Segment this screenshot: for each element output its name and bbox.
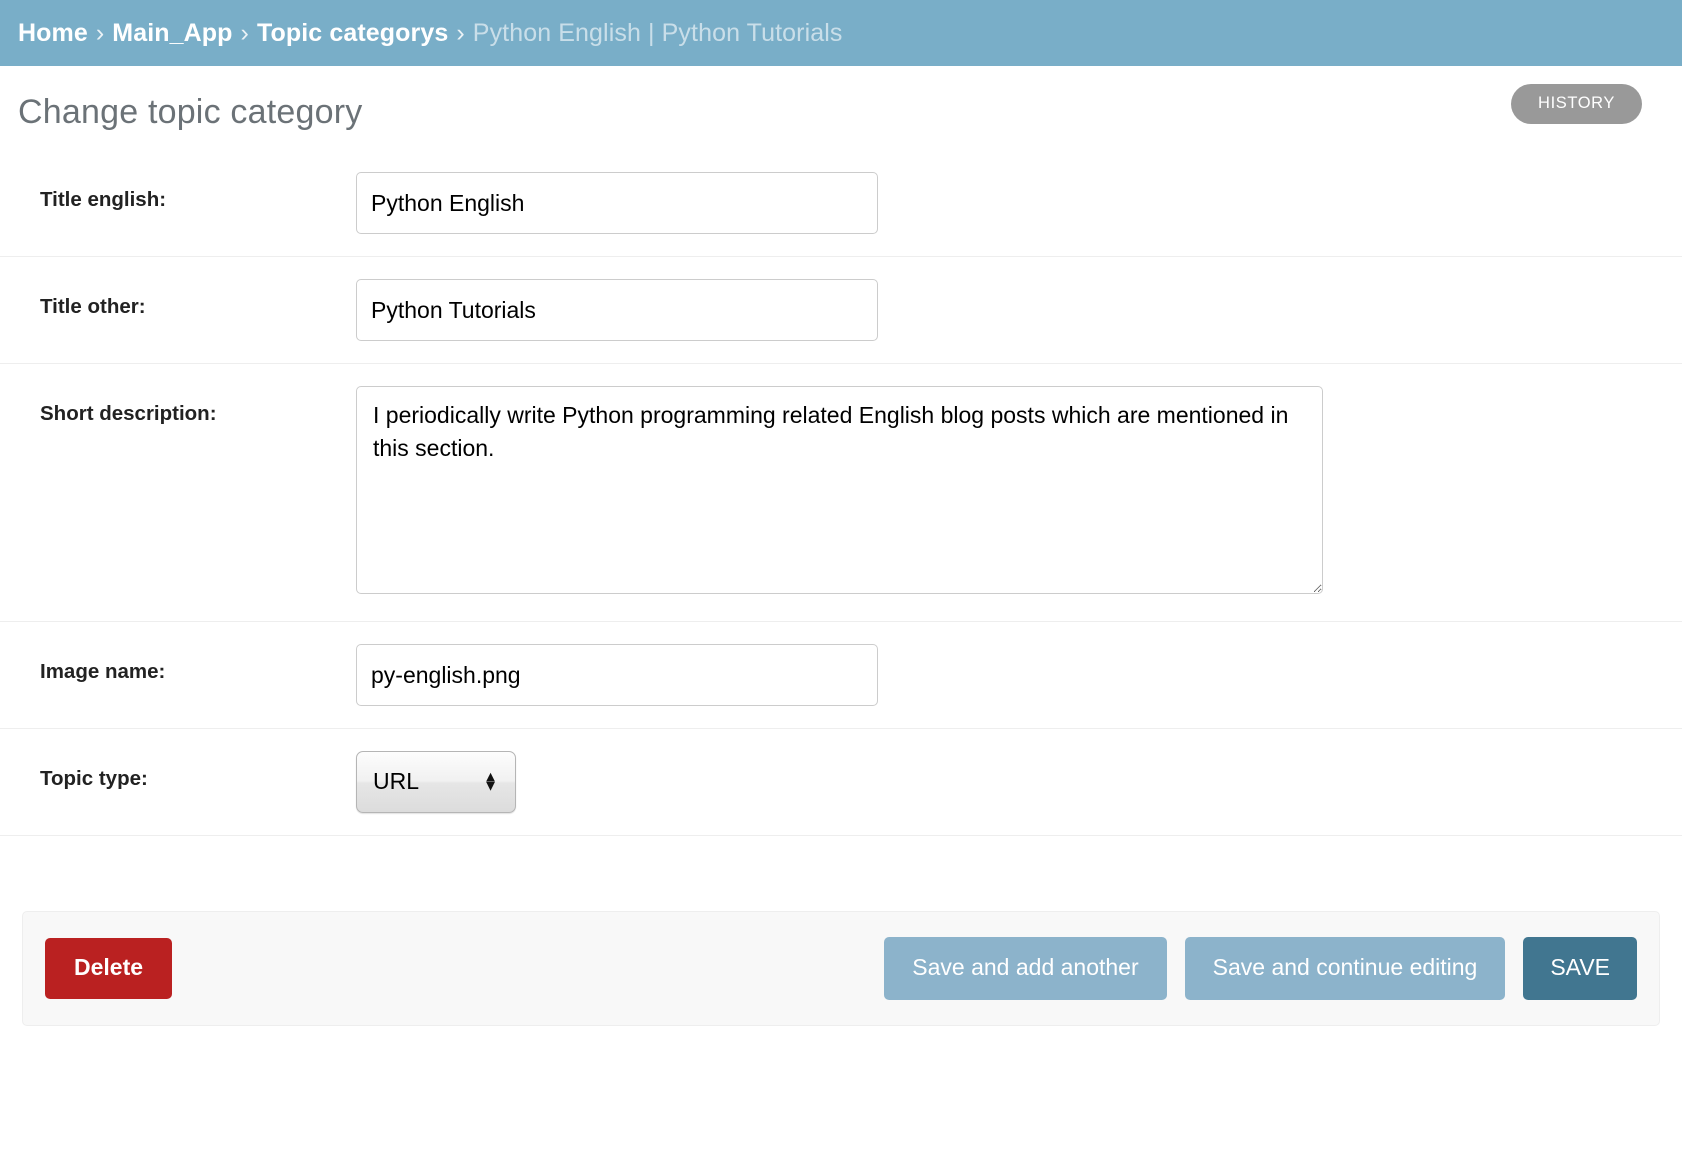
title-english-input[interactable]: [356, 172, 878, 234]
breadcrumb-item-topic-categorys[interactable]: Topic categorys: [257, 19, 448, 48]
history-button[interactable]: HISTORY: [1511, 84, 1642, 124]
save-and-add-another-button[interactable]: Save and add another: [884, 937, 1166, 1000]
breadcrumb-separator-1: ›: [96, 19, 104, 48]
field-control-image-name: [356, 644, 1642, 706]
field-control-short-description: I periodically write Python programming …: [356, 386, 1642, 599]
form-row-short-description: Short description: I periodically write …: [0, 364, 1682, 622]
breadcrumb-item-main-app[interactable]: Main_App: [112, 19, 232, 48]
save-and-continue-editing-button[interactable]: Save and continue editing: [1185, 937, 1506, 1000]
form-row-topic-type: Topic type: URL ▲ ▼: [0, 729, 1682, 836]
breadcrumb-separator-2: ›: [241, 19, 249, 48]
field-control-title-english: [356, 172, 1642, 234]
save-button[interactable]: SAVE: [1523, 937, 1637, 1000]
page-header: Change topic category HISTORY: [0, 66, 1682, 150]
topic-type-select[interactable]: URL: [356, 751, 516, 813]
submit-row: Delete Save and add another Save and con…: [22, 911, 1660, 1026]
title-other-input[interactable]: [356, 279, 878, 341]
label-short-description: Short description:: [40, 386, 356, 425]
label-image-name: Image name:: [40, 644, 356, 683]
breadcrumb: Home › Main_App › Topic categorys › Pyth…: [0, 0, 1682, 66]
form-row-title-english: Title english:: [0, 150, 1682, 257]
change-form: Title english: Title other: Short descri…: [0, 150, 1682, 1032]
short-description-textarea[interactable]: I periodically write Python programming …: [356, 386, 1323, 594]
page-title: Change topic category: [18, 85, 362, 132]
delete-button[interactable]: Delete: [45, 938, 172, 999]
breadcrumb-item-home[interactable]: Home: [18, 19, 88, 48]
label-title-english: Title english:: [40, 172, 356, 211]
field-control-title-other: [356, 279, 1642, 341]
label-title-other: Title other:: [40, 279, 356, 318]
object-tools: HISTORY: [1511, 84, 1642, 124]
field-control-topic-type: URL ▲ ▼: [356, 751, 1642, 813]
topic-type-select-wrapper: URL ▲ ▼: [356, 751, 516, 813]
breadcrumb-separator-3: ›: [456, 19, 464, 48]
form-row-title-other: Title other:: [0, 257, 1682, 364]
breadcrumb-item-current: Python English | Python Tutorials: [473, 19, 843, 48]
image-name-input[interactable]: [356, 644, 878, 706]
form-row-image-name: Image name:: [0, 622, 1682, 729]
label-topic-type: Topic type:: [40, 751, 356, 790]
